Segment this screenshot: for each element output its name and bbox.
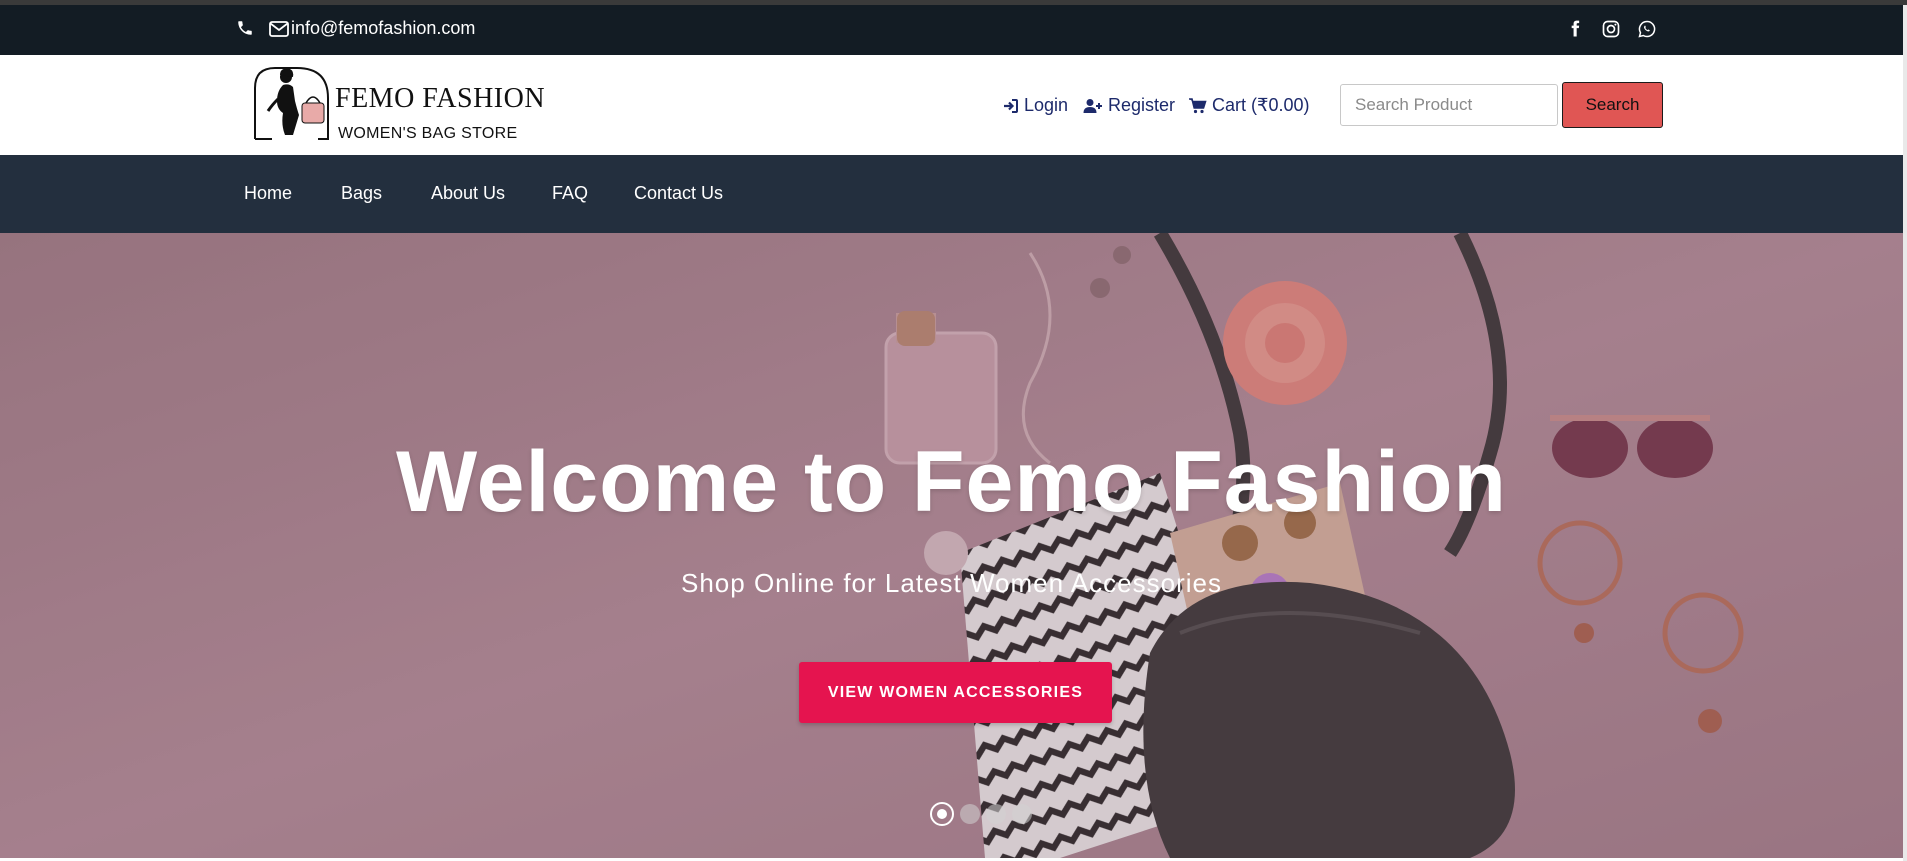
envelope-icon <box>269 21 289 37</box>
user-plus-icon <box>1083 98 1102 113</box>
carousel-dot-1[interactable] <box>930 802 954 826</box>
hero-subtitle: Shop Online for Latest Women Accessories <box>681 568 1222 598</box>
nav-item-home[interactable]: Home <box>244 183 292 204</box>
main-nav: Home Bags About Us FAQ Contact Us <box>0 155 1903 233</box>
nav-item-faq[interactable]: FAQ <box>552 183 588 204</box>
cart-label: Cart (₹0.00) <box>1212 95 1310 115</box>
cart-link[interactable]: Cart (₹0.00) <box>1189 95 1309 116</box>
brand-tagline: WOMEN'S BAG STORE <box>338 125 518 142</box>
search-button[interactable]: Search <box>1562 82 1663 128</box>
nav-item-about-us[interactable]: About Us <box>431 183 505 204</box>
scrollbar[interactable] <box>1903 5 1907 861</box>
logo-mark-icon <box>254 67 329 140</box>
contact-email[interactable]: info@femofashion.com <box>291 18 475 39</box>
register-link[interactable]: Register <box>1083 95 1175 116</box>
shopping-cart-icon <box>1189 97 1207 113</box>
hero-title: Welcome to Femo Fashion <box>396 434 1507 530</box>
carousel-dot-2[interactable] <box>960 804 980 824</box>
facebook-icon[interactable] <box>1565 19 1585 39</box>
carousel-dot-3[interactable] <box>986 804 1006 824</box>
brand-name: FEMO FASHION <box>335 83 546 114</box>
hero-carousel: Welcome to Femo Fashion Shop Online for … <box>0 233 1903 858</box>
register-label: Register <box>1108 95 1176 115</box>
view-accessories-button[interactable]: VIEW WOMEN ACCESSORIES <box>799 662 1112 723</box>
instagram-icon[interactable] <box>1601 19 1621 39</box>
search-input[interactable] <box>1340 84 1558 126</box>
hero-background-image <box>0 233 1903 858</box>
sign-in-icon <box>1004 98 1018 113</box>
login-link[interactable]: Login <box>1003 95 1068 116</box>
nav-item-bags[interactable]: Bags <box>341 183 382 204</box>
phone-icon <box>238 21 252 35</box>
site-logo[interactable]: FEMO FASHION WOMEN'S BAG STORE <box>250 63 550 147</box>
nav-item-contact-us[interactable]: Contact Us <box>634 183 723 204</box>
carousel-dot-4[interactable] <box>1012 804 1032 824</box>
top-bar: info@femofashion.com <box>0 5 1903 55</box>
site-header: FEMO FASHION WOMEN'S BAG STORE Login Reg… <box>0 55 1903 155</box>
login-label: Login <box>1024 95 1069 115</box>
whatsapp-icon[interactable] <box>1637 19 1657 39</box>
